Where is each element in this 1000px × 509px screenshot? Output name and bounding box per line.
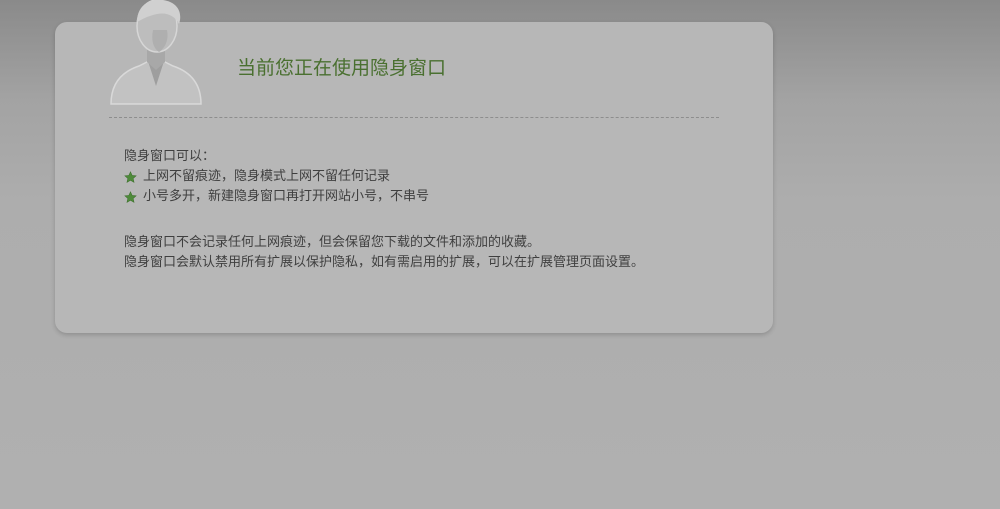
feature-item: 小号多开，新建隐身窗口再打开网站小号，不串号 xyxy=(124,187,644,207)
intro-text: 隐身窗口可以： xyxy=(124,149,216,164)
feature-text: 小号多开，新建隐身窗口再打开网站小号，不串号 xyxy=(143,189,430,204)
incognito-description: 隐身窗口可以： 上网不留痕迹，隐身模式上网不留任何记录 小号多开，新建隐身窗口再… xyxy=(124,147,644,273)
green-star-icon xyxy=(124,170,137,183)
page-title: 当前您正在使用隐身窗口 xyxy=(237,57,447,79)
feature-item: 上网不留痕迹，隐身模式上网不留任何记录 xyxy=(124,167,644,187)
green-star-icon xyxy=(124,190,137,203)
note-text: 隐身窗口不会记录任何上网痕迹，但会保留您下载的文件和添加的收藏。 xyxy=(124,235,541,250)
feature-text: 上网不留痕迹，隐身模式上网不留任何记录 xyxy=(143,169,391,184)
incognito-avatar-icon xyxy=(110,0,202,105)
note-text: 隐身窗口会默认禁用所有扩展以保护隐私，如有需启用的扩展，可以在扩展管理页面设置。 xyxy=(124,255,645,270)
divider xyxy=(109,117,719,118)
